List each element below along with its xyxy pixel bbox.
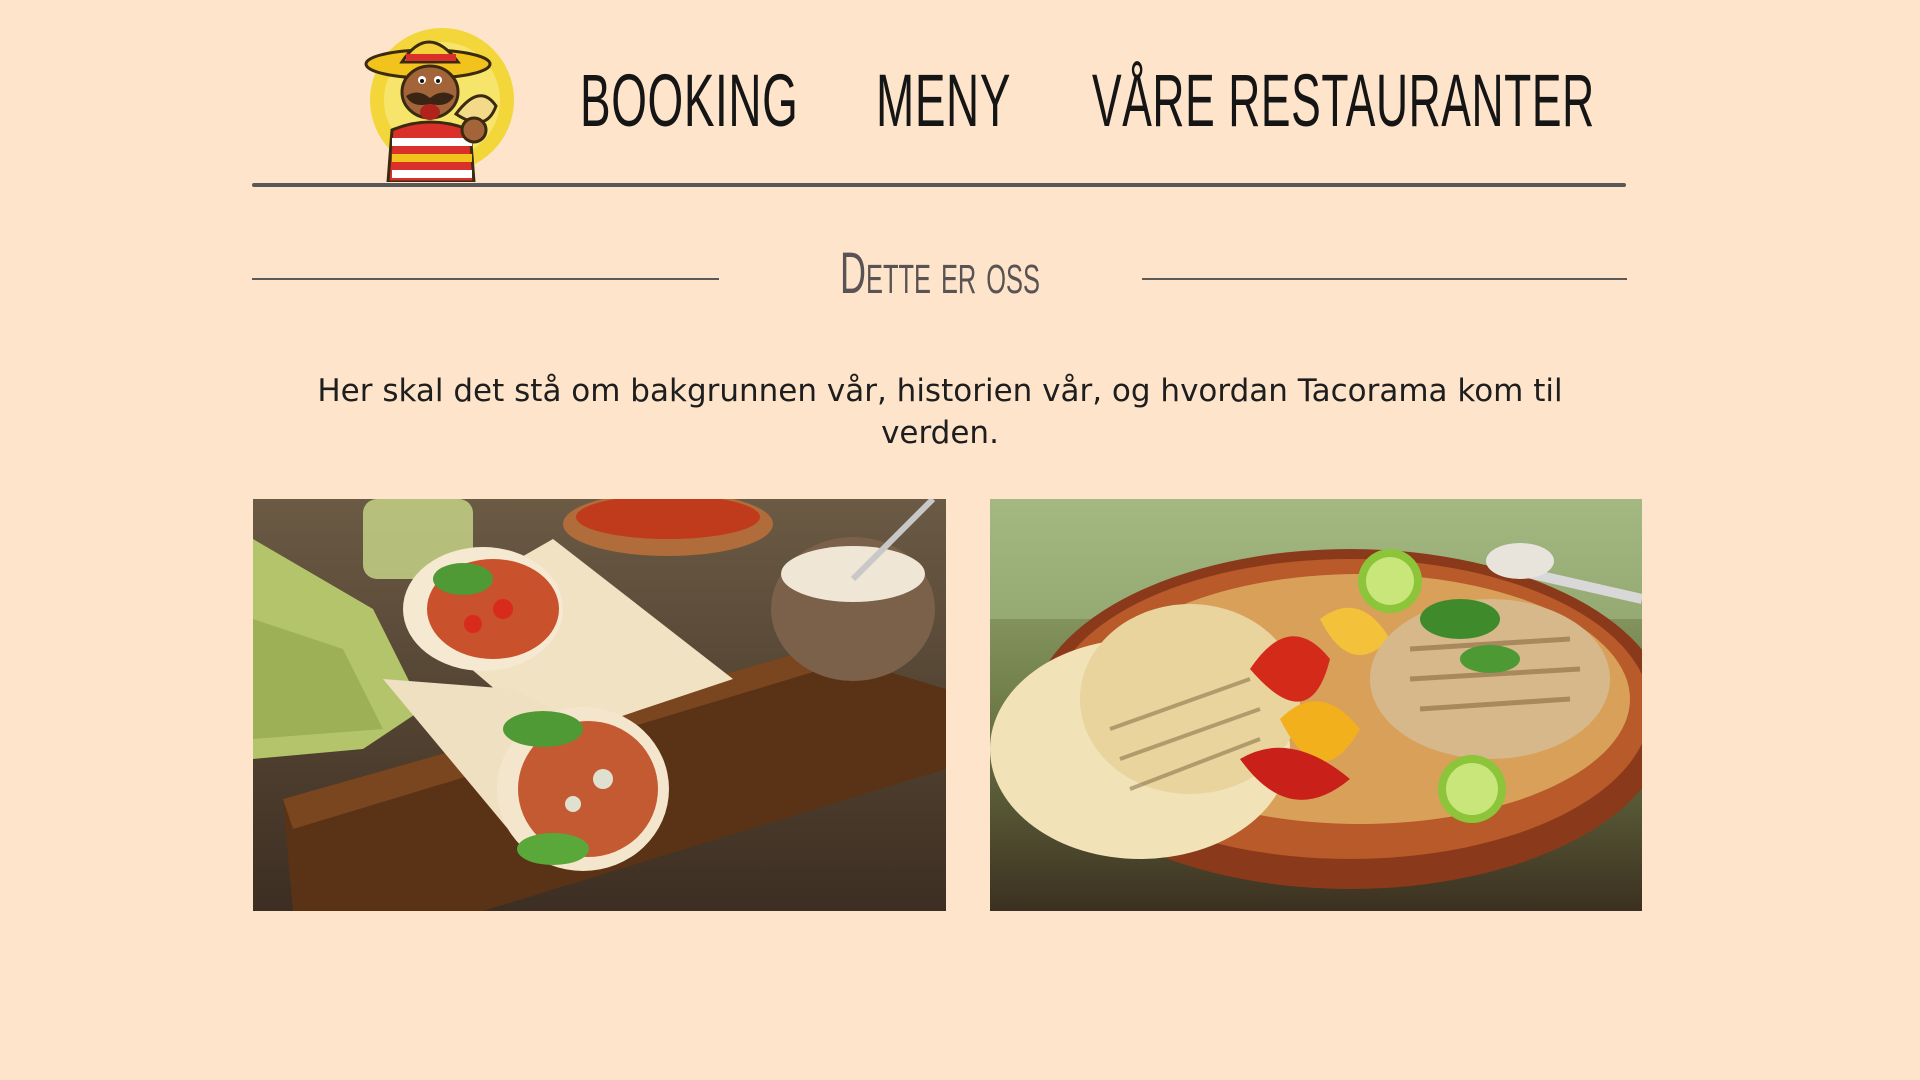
- fajita-platter-photo: [990, 499, 1642, 911]
- nav-vare-restauranter[interactable]: VÅRE RESTAURANTER: [1092, 56, 1595, 146]
- nav-booking[interactable]: BOOKING: [580, 56, 798, 146]
- section-title: Dette er oss: [840, 241, 1040, 306]
- nav-meny[interactable]: MENY: [876, 56, 1011, 146]
- section-rule-right: [1142, 278, 1627, 280]
- burrito-wrap-photo: [253, 499, 946, 911]
- intro-text: Her skal det stå om bakgrunnen vår, hist…: [317, 373, 1563, 451]
- section-rule-left: [252, 278, 719, 280]
- header-divider: [252, 183, 1626, 187]
- page: BOOKING MENY VÅRE RESTAURANTER Dette er …: [0, 0, 1920, 1080]
- taco-mascot-logo[interactable]: [362, 22, 514, 184]
